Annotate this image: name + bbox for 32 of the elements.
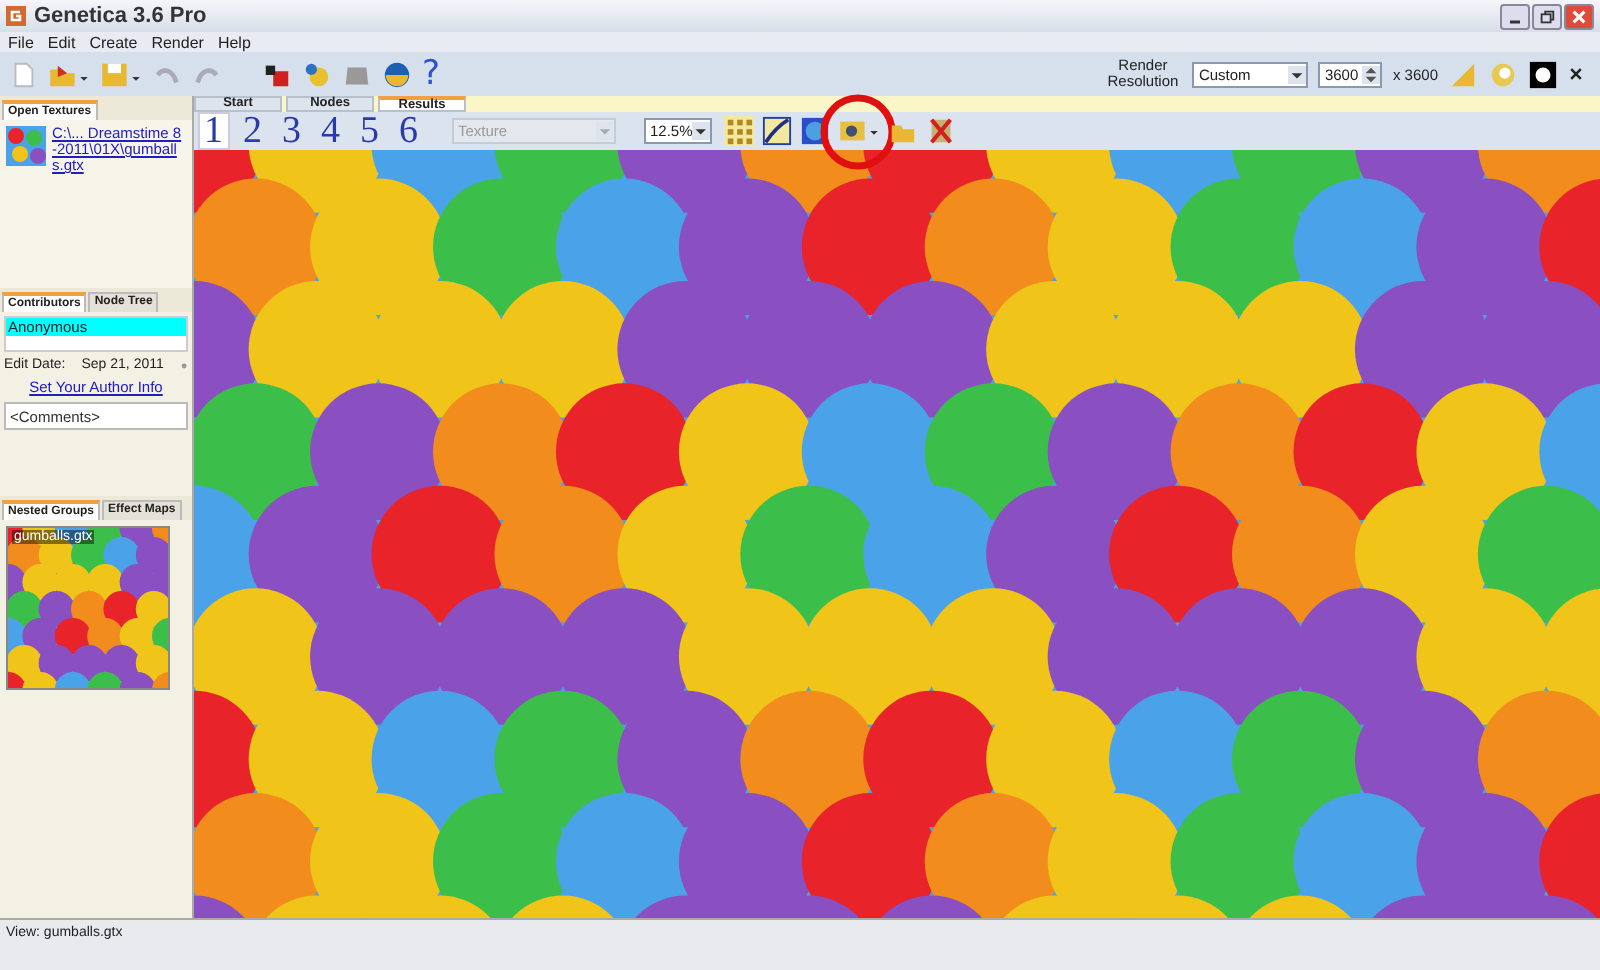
export-icon[interactable] <box>838 116 880 146</box>
result-slot-button[interactable]: 6 <box>393 112 424 150</box>
menu-item[interactable]: Render <box>151 33 204 51</box>
restore-icon <box>1538 7 1556 25</box>
menu-item[interactable]: File <box>8 33 34 51</box>
result-slot-button[interactable]: 4 <box>315 112 346 150</box>
menu-item[interactable]: Create <box>89 33 138 51</box>
close-icon <box>1570 7 1588 25</box>
spinner-arrows-icon <box>1362 65 1381 83</box>
restore-button[interactable] <box>1532 3 1562 29</box>
minimize-button[interactable] <box>1500 3 1530 29</box>
close-icon[interactable] <box>1568 66 1584 82</box>
window-title: Genetica 3.6 Pro <box>34 4 207 28</box>
close-button[interactable] <box>1564 3 1594 29</box>
delete-icon[interactable] <box>926 116 956 146</box>
node-icon[interactable] <box>302 59 332 89</box>
pin-icon[interactable] <box>179 359 188 371</box>
caret-icon <box>692 122 710 140</box>
caret-icon <box>596 122 614 140</box>
minimize-icon <box>1510 19 1520 23</box>
result-slot-button[interactable]: 1 <box>198 112 229 150</box>
help-button[interactable]: ? <box>422 54 441 94</box>
curve-icon[interactable] <box>762 116 792 146</box>
app-icon <box>6 6 26 26</box>
bowl-icon[interactable] <box>382 59 412 89</box>
menu-item[interactable]: Help <box>217 33 251 51</box>
result-slot-button[interactable]: 3 <box>276 112 307 150</box>
texture-thumbnail-icon <box>6 126 46 166</box>
caret-icon <box>1288 65 1307 83</box>
result-slot-button[interactable]: 2 <box>237 112 268 150</box>
result-slot-button[interactable]: 5 <box>354 112 385 150</box>
menu-item[interactable]: Edit <box>47 33 76 51</box>
